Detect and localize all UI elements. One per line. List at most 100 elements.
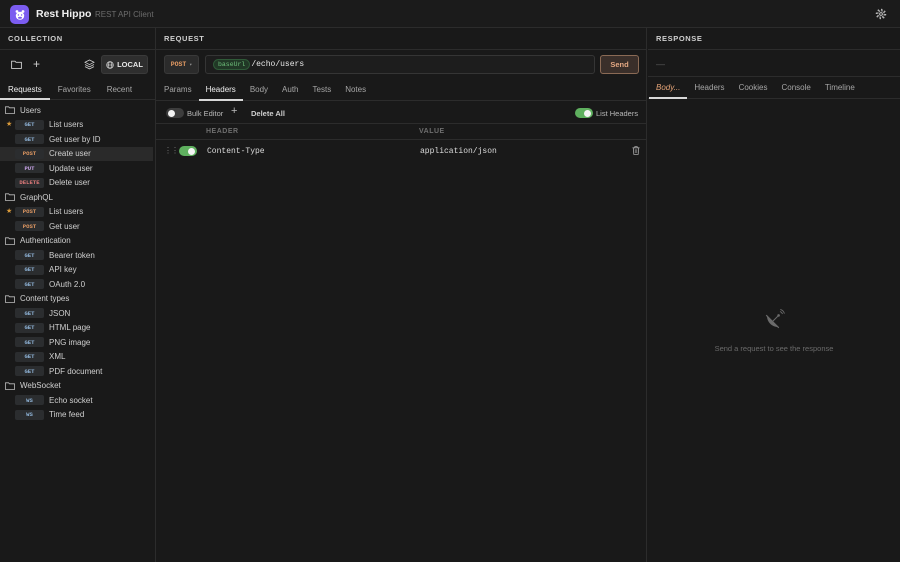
header-name[interactable]: Content-Type [207, 147, 265, 156]
request-item[interactable]: ★ GET List users [0, 118, 156, 133]
tab-recent[interactable]: Recent [99, 80, 140, 100]
response-status-bar: — [648, 50, 900, 77]
method-badge: WS [15, 395, 44, 406]
request-item[interactable]: WS Time feed [0, 408, 156, 423]
response-tab-console[interactable]: Console [774, 77, 817, 99]
star-icon[interactable]: ★ [6, 120, 12, 128]
request-item[interactable]: WS Echo socket [0, 393, 156, 408]
url-input[interactable]: baseUrl /echo/users [205, 55, 595, 74]
folder-icon [5, 106, 15, 115]
request-item[interactable]: GET JSON [0, 306, 156, 321]
tab-auth[interactable]: Auth [275, 79, 305, 101]
request-name: Create user [49, 149, 91, 159]
response-tab-headers[interactable]: Headers [687, 77, 731, 99]
request-item[interactable]: DELETE Delete user [0, 176, 156, 191]
folder-item[interactable]: GraphQL [0, 190, 156, 205]
title-bar: Rest Hippo REST API Client [0, 0, 900, 28]
folder-item[interactable]: Content types [0, 292, 156, 307]
response-tab-body[interactable]: Body... [649, 77, 688, 99]
request-name: Get user by ID [49, 134, 101, 144]
request-name: List users [49, 207, 84, 217]
star-icon[interactable]: ★ [6, 207, 12, 215]
request-name: PDF document [49, 366, 103, 376]
request-name: Get user [49, 221, 80, 231]
request-item[interactable]: GET PDF document [0, 364, 156, 379]
folder-name: GraphQL [20, 192, 53, 202]
tab-headers[interactable]: Headers [198, 79, 243, 101]
folder-item[interactable]: Authentication [0, 234, 156, 249]
tab-body[interactable]: Body [243, 79, 275, 101]
globe-icon [106, 60, 114, 69]
request-name: XML [49, 352, 66, 362]
trash-icon[interactable] [632, 146, 640, 155]
tab-requests[interactable]: Requests [0, 80, 50, 100]
method-badge: GET [15, 322, 44, 333]
column-value: VALUE [419, 128, 445, 135]
list-headers-toggle[interactable] [575, 108, 593, 118]
folder-icon[interactable] [11, 60, 22, 69]
folder-name: Users [20, 105, 41, 115]
response-tab-cookies[interactable]: Cookies [732, 77, 775, 99]
folder-name: WebSocket [20, 381, 61, 391]
request-panel: REQUEST POST ▾ baseUrl /echo/users Send … [156, 28, 647, 562]
tab-params[interactable]: Params [157, 79, 199, 101]
method-badge: PUT [15, 163, 44, 174]
folder-icon [5, 382, 15, 390]
request-name: Echo socket [49, 395, 93, 405]
plus-icon[interactable]: + [231, 105, 237, 117]
app-subtitle: REST API Client [95, 10, 154, 19]
headers-column-header: HEADER VALUE [156, 124, 647, 140]
request-name: HTML page [49, 323, 91, 333]
response-tab-timeline[interactable]: Timeline [818, 77, 862, 99]
request-item[interactable]: GET XML [0, 350, 156, 365]
plus-icon[interactable]: + [33, 58, 43, 70]
request-name: Delete user [49, 178, 90, 188]
bulk-editor-toggle[interactable] [166, 108, 184, 118]
request-name: JSON [49, 308, 71, 318]
hippo-logo-icon [10, 5, 29, 24]
method-select[interactable]: POST ▾ [164, 55, 199, 74]
request-item[interactable]: ★ POST List users [0, 205, 156, 220]
request-item[interactable]: PUT Update user [0, 161, 156, 176]
gear-icon[interactable] [875, 8, 887, 20]
environment-label: LOCAL [117, 60, 143, 69]
url-path: /echo/users [251, 60, 305, 69]
method-badge: GET [15, 250, 44, 261]
request-item[interactable]: GET OAuth 2.0 [0, 277, 156, 292]
request-item[interactable]: POST Get user [0, 219, 156, 234]
send-button[interactable]: Send [600, 55, 639, 74]
method-badge: POST [15, 206, 44, 217]
request-item[interactable]: POST Create user [0, 146, 153, 161]
delete-all-button[interactable]: Delete All [251, 109, 285, 118]
request-item[interactable]: GET HTML page [0, 321, 156, 336]
request-name: List users [49, 120, 84, 130]
response-tabs: Body... Headers Cookies Console Timeline [648, 77, 900, 99]
request-name: OAuth 2.0 [49, 279, 86, 289]
header-value[interactable]: application/json [420, 147, 497, 156]
url-variable-pill[interactable]: baseUrl [213, 59, 251, 70]
header-enabled-toggle[interactable] [179, 146, 197, 156]
collection-heading: COLLECTION [0, 28, 155, 50]
method-badge: GET [15, 308, 44, 319]
collection-tabs: Requests Favorites Recent [0, 80, 156, 100]
folder-icon [5, 237, 15, 245]
app-title: Rest Hippo [36, 8, 92, 20]
request-item[interactable]: GET Get user by ID [0, 132, 156, 147]
headers-toolbar: Bulk Editor + Delete All List Headers [156, 102, 647, 124]
tab-notes[interactable]: Notes [338, 79, 373, 101]
drag-handle-icon[interactable]: ⋮⋮ [164, 146, 179, 155]
list-headers-label: List Headers [596, 109, 639, 118]
request-item[interactable]: GET API key [0, 263, 156, 278]
environment-button[interactable]: LOCAL [101, 55, 148, 74]
request-tree: Users ★ GET List users GET Get user by ID POST… [0, 103, 156, 422]
tab-tests[interactable]: Tests [306, 79, 339, 101]
tab-favorites[interactable]: Favorites [50, 80, 99, 100]
layers-icon[interactable] [84, 59, 95, 70]
method-badge: POST [15, 148, 44, 159]
request-item[interactable]: GET Bearer token [0, 248, 156, 263]
folder-item[interactable]: WebSocket [0, 379, 156, 394]
response-status-placeholder: — [656, 59, 665, 69]
request-item[interactable]: GET PNG image [0, 335, 156, 350]
folder-item[interactable]: Users [0, 103, 156, 118]
request-name: API key [49, 265, 77, 275]
